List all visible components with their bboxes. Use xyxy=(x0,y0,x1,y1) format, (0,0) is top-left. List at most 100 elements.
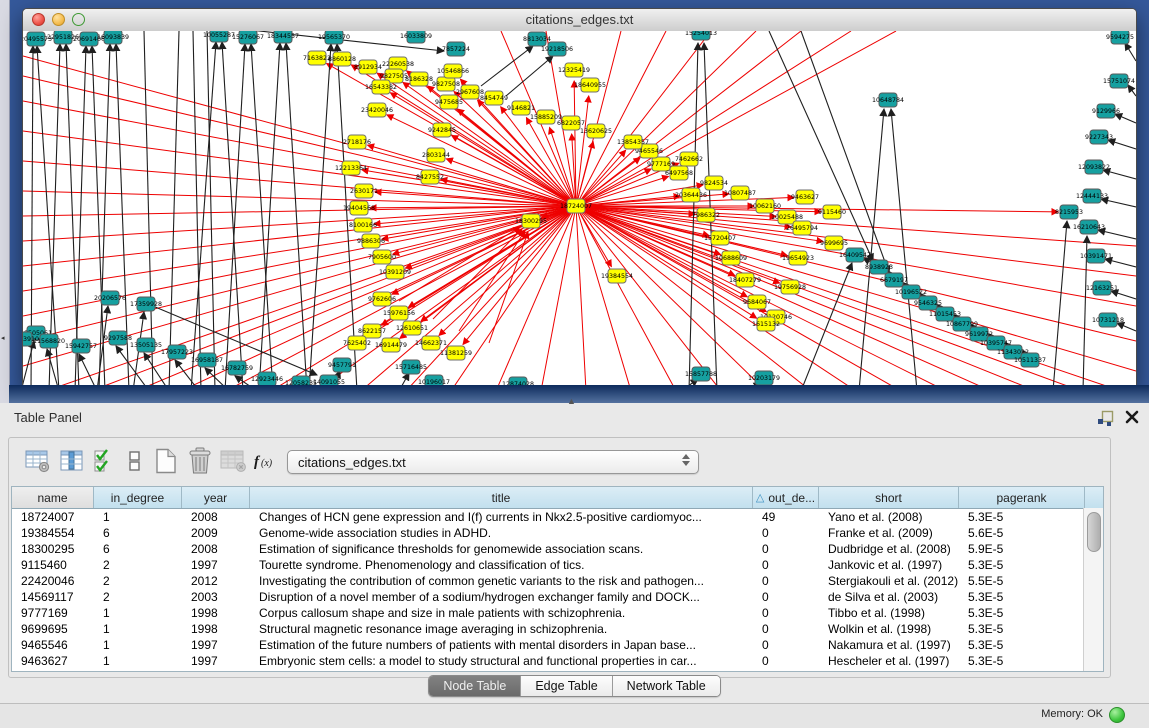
close-traffic-light[interactable] xyxy=(32,13,45,26)
delete-attribute-button[interactable] xyxy=(185,446,215,478)
graph-node-label: 12444133 xyxy=(1076,193,1108,200)
graph-node-label: 18640955 xyxy=(574,82,606,89)
table-cell: Estimation of significance thresholds fo… xyxy=(250,542,753,556)
create-attribute-button[interactable] xyxy=(151,446,181,478)
table-panel: ▲ Table Panel xyxy=(0,403,1149,700)
graph-node-label: 6497568 xyxy=(665,170,693,177)
table-cell: 2003 xyxy=(182,590,250,604)
table-row[interactable]: 969969511998Structural magnetic resonanc… xyxy=(12,621,1103,637)
graph-node-label: 9827505 xyxy=(380,73,408,80)
column-header-short[interactable]: short xyxy=(819,487,959,508)
column-header-year[interactable]: year xyxy=(182,487,250,508)
table-cell: 1 xyxy=(94,638,182,652)
table-cell: Genome-wide association studies in ADHD. xyxy=(250,526,753,540)
citation-graph-canvas[interactable]: 1872400771638228860128891293422260538982… xyxy=(23,31,1136,386)
graph-node-label: 1615132 xyxy=(752,321,780,328)
close-panel-button[interactable] xyxy=(1124,410,1140,426)
table-cell: 0 xyxy=(753,558,819,572)
vertical-scrollbar[interactable] xyxy=(1083,508,1103,671)
graph-node-label: 8427552 xyxy=(416,174,444,181)
graph-node-label: 2630171 xyxy=(350,188,378,195)
table-column-icon xyxy=(59,449,85,473)
delete-table-button[interactable] xyxy=(219,446,249,478)
table-cell: Dudbridge et al. (2008) xyxy=(819,542,959,556)
graph-node-label: 16782759 xyxy=(221,365,253,372)
tab-node-table[interactable]: Node Table xyxy=(429,676,521,696)
column-header-label: out_de... xyxy=(768,491,815,505)
zoom-traffic-light[interactable] xyxy=(72,13,85,26)
splitter-handle-icon[interactable]: ▲ xyxy=(567,396,576,406)
graph-node-label: 13854357 xyxy=(617,139,649,146)
tab-edge-table[interactable]: Edge Table xyxy=(521,676,612,696)
tab-network-table[interactable]: Network Table xyxy=(613,676,720,696)
table-row[interactable]: 946362711997Embryonic stem cells: a mode… xyxy=(12,653,1103,669)
table-row[interactable]: 911546021997Tourette syndrome. Phenomeno… xyxy=(12,557,1103,573)
table-cell: 9465546 xyxy=(12,638,94,652)
column-header-out-de-[interactable]: △out_de... xyxy=(753,487,819,508)
table-cell: Hescheler et al. (1997) xyxy=(819,654,959,668)
graph-node-label: 20206576 xyxy=(94,295,126,302)
table-cell: Corpus callosum shape and size in male p… xyxy=(250,606,753,620)
table-select-value: citations_edges.txt xyxy=(298,455,406,470)
network-window-title: citations_edges.txt xyxy=(23,9,1136,30)
graph-node-label: 15857788 xyxy=(685,371,717,378)
graph-node-label: 8100166 xyxy=(349,222,377,229)
graph-node-label: 9762606 xyxy=(368,296,396,303)
panel-collapse-handle-icon[interactable]: ◂ xyxy=(1,334,5,342)
column-header-label: in_degree xyxy=(111,491,164,505)
table-toolbar: f (x) citations_edges.txt xyxy=(9,442,1110,482)
table-row[interactable]: 977716911998Corpus callosum shape and si… xyxy=(12,605,1103,621)
table-cell: 5.3E-5 xyxy=(959,654,1085,668)
graph-node-label: 23420046 xyxy=(361,107,393,114)
graph-node-label: 7462662 xyxy=(675,156,703,163)
table-cell: 1997 xyxy=(182,558,250,572)
table-cell: 9463627 xyxy=(12,654,94,668)
svg-text:(x): (x) xyxy=(261,458,273,469)
table-row[interactable]: 1938455462009Genome-wide association stu… xyxy=(12,525,1103,541)
column-header-name[interactable]: name xyxy=(12,487,94,508)
graph-node-label: 26495794 xyxy=(786,225,818,232)
network-window-titlebar[interactable]: citations_edges.txt xyxy=(23,9,1136,32)
table-row[interactable]: 1872400712008Changes of HCN gene express… xyxy=(12,509,1103,525)
graph-node-label: 12325419 xyxy=(558,67,590,74)
table-cell: 0 xyxy=(753,574,819,588)
table-cell: 9115460 xyxy=(12,558,94,572)
memory-ok-indicator-icon[interactable] xyxy=(1109,707,1125,723)
table-cell: 5.3E-5 xyxy=(959,558,1085,572)
graph-node-label: 15276067 xyxy=(232,34,264,41)
graph-node-label: 16543382 xyxy=(365,84,397,91)
show-columns-button[interactable] xyxy=(57,446,87,478)
graph-node-label: 9227343 xyxy=(1085,134,1113,141)
table-select-dropdown[interactable]: citations_edges.txt xyxy=(287,450,699,474)
network-window[interactable]: citations_edges.txt 18724007716382288601… xyxy=(22,8,1137,387)
graph-node-label: 16033809 xyxy=(400,33,432,40)
unselect-attributes-button[interactable] xyxy=(125,446,145,478)
graph-node-label: 15942757 xyxy=(65,343,97,350)
table-options-button[interactable] xyxy=(23,446,53,478)
column-header-pagerank[interactable]: pagerank xyxy=(959,487,1085,508)
fx-icon: f (x) xyxy=(253,450,279,472)
desktop-bottom-shading xyxy=(9,385,1149,403)
graph-node-label: 10025488 xyxy=(771,214,803,221)
dropdown-arrows-icon xyxy=(682,454,690,466)
graph-node-label: 10391471 xyxy=(1080,253,1112,260)
column-header-title[interactable]: title xyxy=(250,487,753,508)
table-cell: Estimation of the future numbers of pati… xyxy=(250,638,753,652)
graph-node-label: 9457791 xyxy=(328,362,356,369)
scrollbar-thumb[interactable] xyxy=(1087,512,1101,552)
table-row[interactable]: 946554611997Estimation of the future num… xyxy=(12,637,1103,653)
minimize-traffic-light[interactable] xyxy=(52,13,65,26)
float-window-icon xyxy=(1097,410,1115,427)
table-row[interactable]: 1456911722003Disruption of a novel membe… xyxy=(12,589,1103,605)
function-builder-button[interactable]: f (x) xyxy=(253,446,279,478)
column-header-in-degree[interactable]: in_degree xyxy=(94,487,182,508)
graph-node-label: 9129966 xyxy=(1092,108,1120,115)
select-attributes-button[interactable] xyxy=(93,446,117,478)
table-row[interactable]: 1830029562008Estimation of significance … xyxy=(12,541,1103,557)
float-panel-button[interactable] xyxy=(1097,410,1115,427)
graph-node-label: 8860128 xyxy=(328,56,356,63)
empty-checkboxes-icon xyxy=(128,449,142,473)
table-cell: 5.6E-5 xyxy=(959,526,1085,540)
graph-node-label: 16210643 xyxy=(1073,224,1105,231)
table-row[interactable]: 2242004622012Investigating the contribut… xyxy=(12,573,1103,589)
